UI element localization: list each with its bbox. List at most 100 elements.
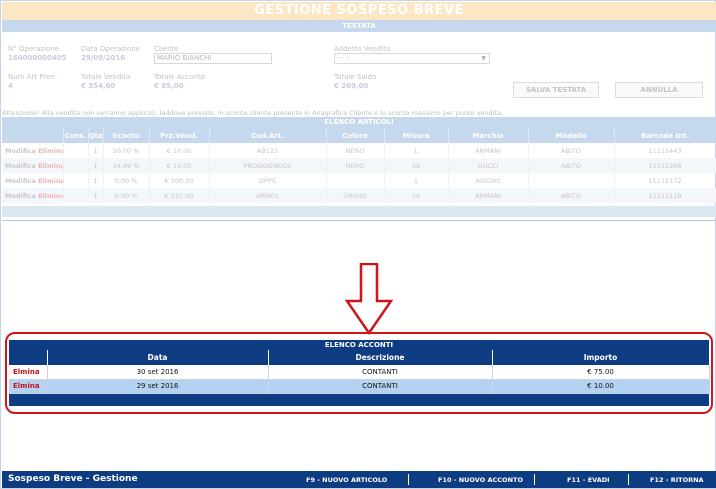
chevron-down-icon: ▼ [481, 55, 486, 62]
elimina-link[interactable]: Elimina [38, 192, 62, 200]
divider [628, 474, 629, 485]
table-row: Modifica Elimina 1 34.99 % € 13.00 PROGG… [2, 158, 716, 173]
cell-descrizione: CONTANTI [268, 379, 493, 394]
cell-qta: 1 [88, 143, 104, 158]
cell-colore [326, 173, 385, 188]
f11-evadi-button[interactable]: F11 - EVADI [567, 476, 610, 484]
f10-nuovo-acconto-button[interactable]: F10 - NUOVO ACCONTO [438, 476, 523, 484]
annulla-button[interactable]: ANNULLA [615, 82, 703, 98]
elimina-link[interactable]: Elmina [9, 365, 48, 380]
cell-cons [63, 158, 89, 173]
col-cons: Cons. [63, 128, 89, 143]
elenco-acconti-header: ELENCO ACCONTI [9, 340, 709, 350]
cell-codart: PROGGIENO01 [209, 158, 327, 173]
table-row: Modifica Elimina 1 50.00 % € 10.00 AB123… [2, 143, 716, 158]
cliente-label: Cliente [154, 45, 179, 53]
cell-prezzo: € 13.00 [149, 158, 210, 173]
totale-vendita-value: € 354,00 [81, 82, 116, 90]
data-operazione-value: 29/09/2016 [81, 54, 126, 62]
acconti-table: Data Descrizione Importo Elmina 30 set 2… [9, 350, 710, 394]
table-row: Modifica Elimina 1 0.00 % € 100.00 DPPS … [2, 173, 716, 188]
cell-descrizione: CONTANTI [268, 365, 493, 380]
col-modello: Modello [528, 128, 615, 143]
cell-sconto: 0.00 % [103, 188, 150, 203]
elimina-link[interactable]: Elimina [38, 147, 62, 155]
cell-marchio: GUCCI [448, 158, 529, 173]
num-art-value: 4 [8, 82, 13, 90]
cell-qta: 1 [88, 173, 104, 188]
cell-marchio: ARMANI [448, 188, 529, 203]
addetto-select-value: - - - [337, 54, 350, 62]
cell-marchio: ADIDAS [448, 173, 529, 188]
modifica-link[interactable]: Modifica [5, 177, 36, 185]
notice-text: Attenzione! Alla vendita non verranno ap… [2, 109, 504, 117]
modifica-link[interactable]: Modifica [5, 162, 36, 170]
num-art-label: Num Art Pren. [8, 73, 58, 81]
elimina-link[interactable]: Elimina [38, 177, 62, 185]
cell-barcode: 11111119 [614, 188, 716, 203]
col-importo: Importo [492, 350, 710, 365]
cell-codart: DPPS [209, 173, 327, 188]
cell-prezzo: € 100.00 [149, 173, 210, 188]
cell-misura: L [384, 143, 449, 158]
cliente-input[interactable]: MARIO BIANCHI [154, 53, 272, 64]
cell-prezzo: € 10.00 [149, 143, 210, 158]
totale-saldo-value: € 269,00 [334, 82, 369, 90]
col-sconto: Sconto [103, 128, 150, 143]
cell-cons [63, 143, 89, 158]
modifica-link[interactable]: Modifica [5, 147, 36, 155]
cell-misura: 38 [384, 158, 449, 173]
elenco-articoli-header: ELENCO ARTICOLI [2, 117, 716, 128]
cell-sconto: 50.00 % [103, 143, 150, 158]
col-colore: Colore [326, 128, 385, 143]
col-codart: Cod.Art. [209, 128, 327, 143]
col-actions [2, 128, 64, 143]
totale-acconto-value: € 85,00 [154, 82, 184, 90]
col-actions [9, 350, 48, 365]
addetto-label: Addetto Vendita [334, 45, 391, 53]
elimina-link[interactable]: Elimina [38, 162, 62, 170]
cell-qta: 1 [88, 188, 104, 203]
cell-barcode: 11112268 [614, 158, 716, 173]
f12-ritorna-button[interactable]: F12 - RITORNA [650, 476, 704, 484]
cell-colore: NERO [326, 158, 385, 173]
cell-codart: ARM01 [209, 188, 327, 203]
col-marchio: Marchio [448, 128, 529, 143]
cell-data: 29 set 2016 [47, 379, 269, 394]
elimina-link[interactable]: Elmina [9, 379, 48, 394]
totale-acconto-label: Totale Acconto [154, 73, 205, 81]
num-operazione-value: 160000000405 [8, 54, 67, 62]
function-bar: Sospeso Breve - Gestione F9 - NUOVO ARTI… [2, 471, 716, 488]
down-arrow-icon [345, 263, 393, 335]
divider [534, 474, 535, 485]
articoli-table: Cons. Qta Sconto Prz.Vend. Cod.Art. Colo… [2, 128, 716, 203]
f9-nuovo-articolo-button[interactable]: F9 - NUOVO ARTICOLO [306, 476, 387, 484]
cell-marchio: ARMANI [448, 143, 529, 158]
salva-testata-button[interactable]: SALVA TESTATA [513, 82, 599, 98]
cell-modello [528, 173, 615, 188]
cell-barcode: 11115443 [614, 143, 716, 158]
addetto-select[interactable]: - - - ▼ [334, 53, 490, 64]
articoli-footer [2, 206, 716, 217]
cell-modello: ABITO [528, 188, 615, 203]
cell-barcode: 11112172 [614, 173, 716, 188]
cell-importo: € 10.00 [492, 379, 710, 394]
data-operazione-label: Data Operazione [81, 45, 141, 53]
col-misura: Misura [384, 128, 449, 143]
cell-misura: 54 [384, 188, 449, 203]
modifica-link[interactable]: Modifica [5, 192, 36, 200]
cell-modello: ABITO [528, 143, 615, 158]
col-barcode: Barcode Int. [614, 128, 716, 143]
divider [2, 220, 716, 221]
divider [408, 474, 409, 485]
col-qta: Qta [88, 128, 104, 143]
table-row: Elmina 30 set 2016 CONTANTI € 75.00 [9, 365, 710, 380]
cell-data: 30 set 2016 [47, 365, 269, 380]
cell-misura: 1 [384, 173, 449, 188]
table-row: Elmina 29 set 2016 CONTANTI € 10.00 [9, 379, 710, 394]
cell-sconto: 34.99 % [103, 158, 150, 173]
cell-cons [63, 188, 89, 203]
cell-qta: 1 [88, 158, 104, 173]
cell-modello: ABITO [528, 158, 615, 173]
cell-cons [63, 173, 89, 188]
